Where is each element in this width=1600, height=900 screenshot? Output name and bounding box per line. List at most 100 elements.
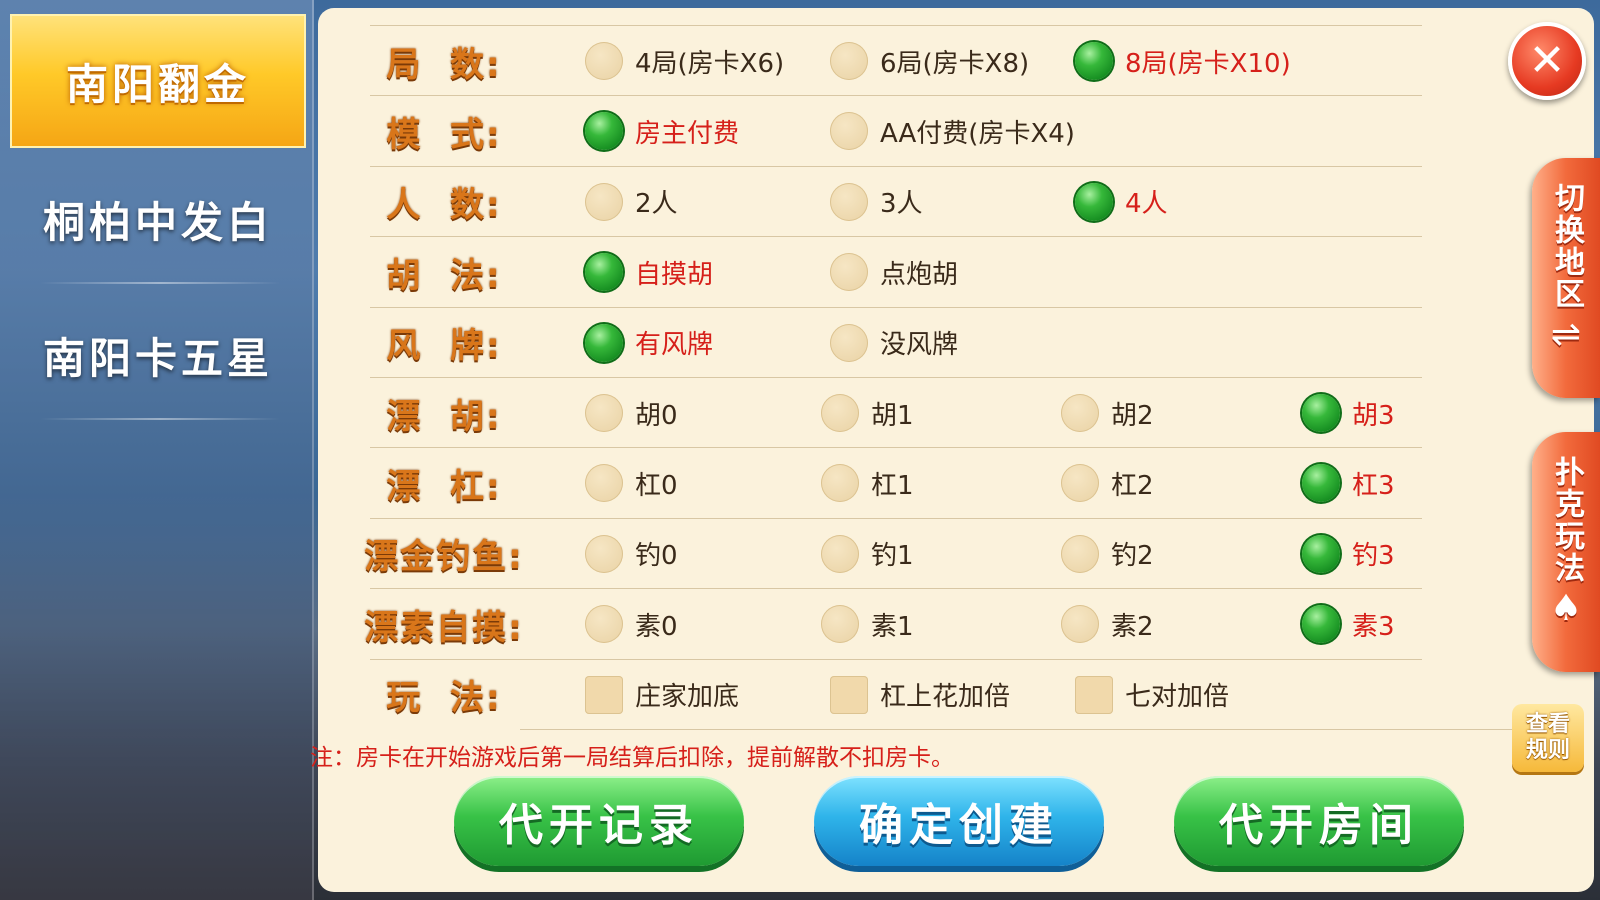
proxy-records-button[interactable]: 代开记录 — [454, 776, 744, 866]
spade-card-icon: ♠ — [1549, 588, 1583, 629]
option-label: 庄家加底 — [635, 682, 740, 713]
radio-unselected-icon — [585, 534, 623, 573]
radio-option[interactable]: 钓1 — [821, 519, 914, 589]
poker-rules-tab[interactable]: 扑克玩法 ♠ — [1532, 432, 1600, 672]
option-label: 钓2 — [1111, 541, 1154, 572]
radio-option[interactable]: 钓2 — [1061, 519, 1154, 589]
room-card-note: 注：房卡在开始游戏后第一局结算后扣除，提前解散不扣房卡。 — [310, 745, 954, 771]
option-label: 自摸胡 — [635, 259, 714, 290]
radio-option[interactable]: 胡1 — [821, 378, 914, 448]
checkbox-option[interactable]: 杠上花加倍 — [830, 660, 1010, 730]
radio-option[interactable]: 胡0 — [585, 378, 678, 448]
checkbox-box — [585, 675, 623, 714]
setting-label: 漂 胡: — [386, 396, 502, 437]
radio-option[interactable]: 杠0 — [585, 448, 678, 518]
radio-unselected-icon — [585, 394, 623, 432]
radio-option[interactable]: 素1 — [821, 589, 914, 659]
option-label: 杠上花加倍 — [880, 682, 1011, 713]
radio-option[interactable]: 6局(房卡X8) — [830, 26, 1029, 96]
radio-selected-icon — [1075, 182, 1113, 221]
sidebar-item-tongbai[interactable]: 桐柏中发白 — [10, 152, 306, 286]
radio-option[interactable]: 杠1 — [821, 448, 914, 518]
radio-unselected-icon — [830, 112, 868, 151]
row-divider — [520, 729, 1560, 730]
proxy-records-label: 代开记录 — [499, 800, 699, 851]
radio-unselected-icon — [821, 605, 859, 644]
radio-selected-icon — [585, 323, 623, 362]
radio-unselected-icon — [1061, 605, 1099, 644]
sidebar-item-label: 桐柏中发白 — [42, 197, 273, 247]
radio-unselected-icon — [830, 253, 868, 292]
setting-label: 漂素自摸: — [364, 607, 524, 648]
option-label: 有风牌 — [635, 330, 714, 361]
radio-option[interactable]: 钓0 — [585, 519, 678, 589]
radio-option[interactable]: 素2 — [1061, 589, 1154, 659]
radio-option[interactable]: 素0 — [585, 589, 678, 659]
setting-label: 风 牌: — [386, 326, 502, 367]
radio-option[interactable]: 素3 — [1302, 589, 1395, 659]
radio-option[interactable]: 杠2 — [1061, 448, 1154, 518]
radio-unselected-icon — [585, 182, 623, 221]
radio-unselected-icon — [585, 42, 623, 80]
checkbox-option[interactable]: 庄家加底 — [585, 660, 739, 730]
option-label: 杠0 — [635, 470, 678, 501]
radio-selected-icon — [1075, 42, 1113, 80]
radio-unselected-icon — [821, 394, 859, 432]
radio-option[interactable]: 4局(房卡X6) — [585, 26, 784, 96]
close-icon: ✕ — [1528, 35, 1566, 86]
option-label: 钓0 — [635, 541, 678, 572]
switch-region-tab[interactable]: 切换地区 ⇌ — [1532, 158, 1600, 398]
radio-option[interactable]: 8局(房卡X10) — [1075, 26, 1291, 96]
switch-arrows-icon: ⇌ — [1550, 314, 1582, 355]
radio-option[interactable]: 胡2 — [1061, 378, 1154, 448]
setting-label: 局 数: — [386, 44, 502, 85]
option-label: 4人 — [1125, 189, 1168, 220]
option-label: 没风牌 — [880, 330, 959, 361]
view-rules-button[interactable]: 查看 规则 — [1512, 704, 1584, 772]
sidebar-divider — [40, 282, 280, 284]
radio-option[interactable]: 钓3 — [1302, 519, 1395, 589]
radio-unselected-icon — [830, 42, 868, 80]
sidebar-divider — [40, 418, 280, 420]
checkbox-option[interactable]: 七对加倍 — [1075, 660, 1229, 730]
poker-rules-label: 扑克玩法 — [1549, 456, 1584, 584]
radio-selected-icon — [585, 112, 623, 151]
radio-unselected-icon — [821, 534, 859, 573]
option-label: 2人 — [635, 189, 678, 220]
radio-selected-icon — [1302, 394, 1340, 432]
radio-option[interactable]: 胡3 — [1302, 378, 1395, 448]
proxy-room-button[interactable]: 代开房间 — [1174, 776, 1464, 866]
option-label: 房主付费 — [635, 118, 740, 149]
option-label: 点炮胡 — [880, 259, 959, 290]
option-label: 钓1 — [871, 541, 914, 572]
radio-option[interactable]: AA付费(房卡X4) — [830, 96, 1075, 166]
radio-option[interactable]: 有风牌 — [585, 308, 713, 378]
radio-unselected-icon — [1061, 534, 1099, 573]
radio-option[interactable]: 杠3 — [1302, 448, 1395, 518]
setting-label: 漂金钓鱼: — [364, 537, 524, 578]
close-button[interactable]: ✕ — [1508, 22, 1586, 100]
radio-option[interactable]: 没风牌 — [830, 308, 958, 378]
radio-option[interactable]: 4人 — [1075, 167, 1168, 237]
radio-option[interactable]: 点炮胡 — [830, 237, 958, 307]
radio-option[interactable]: 2人 — [585, 167, 678, 237]
game-sidebar: 南阳翻金 桐柏中发白 南阳卡五星 — [0, 0, 314, 900]
radio-option[interactable]: 房主付费 — [585, 96, 739, 166]
option-label: 素0 — [635, 611, 678, 642]
radio-selected-icon — [1302, 464, 1340, 503]
option-label: 8局(房卡X10) — [1125, 48, 1291, 79]
sidebar-item-label: 南阳翻金 — [65, 59, 250, 109]
confirm-create-button[interactable]: 确定创建 — [814, 776, 1104, 866]
option-label: AA付费(房卡X4) — [880, 118, 1075, 149]
setting-label: 人 数: — [386, 185, 502, 226]
sidebar-item-nanyang-fanjin[interactable]: 南阳翻金 — [10, 14, 306, 148]
option-label: 胡2 — [1111, 400, 1154, 431]
radio-unselected-icon — [585, 605, 623, 644]
confirm-create-label: 确定创建 — [859, 800, 1059, 851]
radio-option[interactable]: 3人 — [830, 167, 923, 237]
option-label: 素1 — [871, 611, 914, 642]
sidebar-item-kawuxing[interactable]: 南阳卡五星 — [10, 288, 306, 422]
radio-option[interactable]: 自摸胡 — [585, 237, 713, 307]
proxy-room-label: 代开房间 — [1219, 800, 1419, 851]
option-label: 素3 — [1352, 611, 1395, 642]
